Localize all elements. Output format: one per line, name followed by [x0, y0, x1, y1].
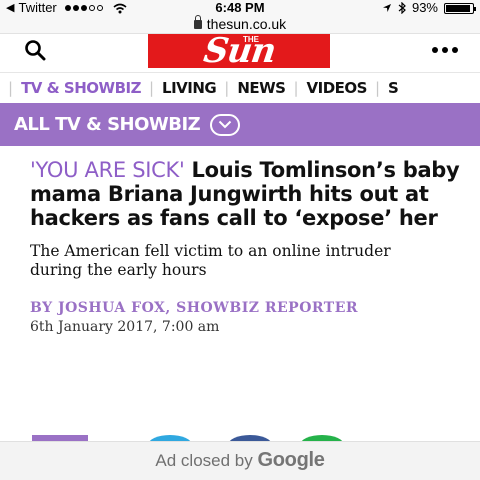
bluetooth-icon: [398, 2, 406, 14]
nav-item-news[interactable]: NEWS: [237, 79, 286, 97]
headline-kicker: 'YOU ARE SICK': [30, 158, 185, 182]
more-dots-icon[interactable]: [432, 47, 458, 53]
battery-percent: 93%: [411, 0, 438, 15]
section-bar[interactable]: ALL TV & SHOWBIZ: [0, 103, 480, 146]
site-header: THE Sun: [0, 34, 480, 72]
location-arrow-icon: [382, 4, 391, 12]
section-nav: | TV & SHOWBIZ | LIVING | NEWS | VIDEOS …: [0, 72, 480, 102]
nav-separator: |: [374, 78, 381, 97]
nav-item-living[interactable]: LIVING: [162, 79, 217, 97]
section-title[interactable]: ALL TV & SHOWBIZ: [14, 114, 201, 135]
search-icon[interactable]: [24, 39, 46, 61]
ad-closed-text: Ad closed by: [155, 451, 253, 470]
nav-separator: |: [8, 78, 14, 97]
battery-fill: [446, 4, 471, 12]
article: 'YOU ARE SICK' Louis Tomlinson’s baby ma…: [30, 158, 470, 335]
nav-item-tv-showbiz[interactable]: TV & SHOWBIZ: [21, 79, 141, 97]
sun-logo[interactable]: THE Sun: [148, 34, 330, 68]
nav-separator: |: [148, 78, 155, 97]
nav-item-partial[interactable]: S: [388, 79, 399, 97]
chevron-down-circle-icon[interactable]: [210, 113, 241, 136]
url-bar[interactable]: thesun.co.uk: [0, 15, 480, 34]
ad-closed-banner: Ad closed by Google: [0, 441, 480, 480]
status-bar: ◀ Twitter 6:48 PM 93%: [0, 0, 480, 16]
nav-separator: |: [293, 78, 299, 97]
publish-date: 6th January 2017, 7:00 am: [30, 319, 220, 335]
byline[interactable]: BY JOSHUA FOX, SHOWBIZ REPORTER: [30, 300, 470, 317]
status-right: 93%: [382, 0, 476, 16]
logo-text: Sun: [200, 34, 278, 68]
lock-icon: [193, 15, 202, 29]
standfirst: The American fell victim to an online in…: [30, 242, 391, 279]
nav-item-videos[interactable]: VIDEOS: [307, 79, 368, 97]
ad-brand: Google: [257, 449, 325, 471]
headline: 'YOU ARE SICK' Louis Tomlinson’s baby ma…: [30, 158, 470, 230]
nav-separator: |: [224, 78, 230, 97]
battery-icon: [444, 2, 476, 14]
url-text[interactable]: thesun.co.uk: [207, 16, 286, 32]
